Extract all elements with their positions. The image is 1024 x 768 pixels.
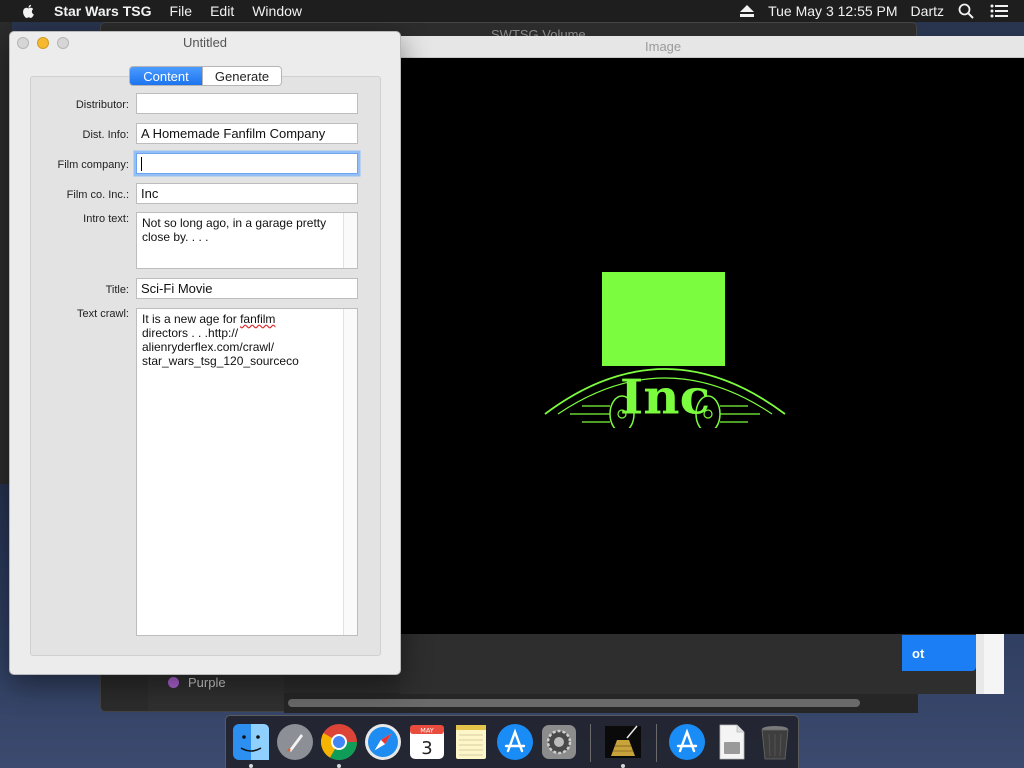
tab-control: Content Generate: [129, 66, 282, 86]
app-store-folder-icon[interactable]: [667, 722, 707, 762]
menu-window[interactable]: Window: [252, 0, 302, 22]
partial-action-button[interactable]: ot: [902, 635, 976, 671]
untitled-window: Untitled Content Generate Distributor: D…: [9, 31, 401, 675]
logo-text: Inc: [620, 370, 710, 426]
menu-clock[interactable]: Tue May 3 12:55 PM: [768, 3, 897, 19]
safari-icon[interactable]: [363, 722, 403, 762]
intro-text-scrollbar[interactable]: [343, 213, 357, 268]
star-wars-tsg-icon[interactable]: [603, 722, 643, 762]
text-crawl-misspelled-word: fanfilm: [240, 312, 276, 326]
tab-content[interactable]: Content: [130, 67, 202, 85]
film-co-inc-field[interactable]: Inc: [136, 183, 358, 204]
sidebar-item-label: Purple: [188, 675, 226, 690]
menu-edit[interactable]: Edit: [210, 0, 234, 22]
chrome-running-indicator: [337, 764, 341, 768]
tsg-running-indicator: [621, 764, 625, 768]
purple-tag-icon: [168, 677, 179, 688]
distributor-label: Distributor:: [75, 99, 129, 111]
panel-dark-area: [400, 632, 976, 694]
text-cursor: [141, 156, 142, 171]
title-label: Title:: [105, 284, 129, 296]
dock-separator: [656, 724, 657, 762]
trash-icon[interactable]: [755, 722, 795, 762]
menu-file[interactable]: File: [170, 0, 193, 22]
image-window-title: Image: [645, 39, 682, 54]
notes-icon[interactable]: [451, 722, 491, 762]
menu-bar: Star Wars TSG File Edit Window Tue May 3…: [0, 0, 1024, 22]
document-icon[interactable]: [711, 722, 751, 762]
intro-text-label: Intro text:: [83, 213, 129, 225]
menu-user[interactable]: Dartz: [911, 3, 944, 19]
background-panel: ot: [400, 632, 1004, 694]
untitled-window-title: Untitled: [182, 35, 228, 50]
launchpad-icon[interactable]: [275, 722, 315, 762]
intro-text-area[interactable]: Not so long ago, in a garage pretty clos…: [136, 212, 358, 269]
film-company-label: Film company:: [57, 159, 129, 171]
film-company-field[interactable]: [136, 153, 358, 174]
app-store-icon[interactable]: [495, 722, 535, 762]
calendar-month: MAY: [420, 727, 434, 735]
distributor-field[interactable]: [136, 93, 358, 114]
finder-running-indicator: [249, 764, 253, 768]
menu-app-name[interactable]: Star Wars TSG: [54, 0, 152, 22]
text-crawl-rest: directors . . .http:// alienryderflex.co…: [142, 326, 299, 368]
text-crawl-label: Text crawl:: [77, 308, 129, 320]
search-icon[interactable]: [958, 3, 974, 19]
sidebar-item-purple[interactable]: Purple: [168, 675, 226, 690]
dock-separator: [590, 724, 591, 762]
horizontal-scrollbar-thumb[interactable]: [288, 699, 860, 707]
list-icon[interactable]: [990, 4, 1008, 18]
dock: MAY 3: [225, 715, 799, 768]
film-co-inc-label: Film co. Inc.:: [66, 189, 129, 201]
dist-info-field[interactable]: A Homemade Fanfilm Company: [136, 123, 358, 144]
inc-logo: Inc: [544, 272, 786, 428]
untitled-window-titlebar[interactable]: Untitled: [10, 32, 400, 54]
tab-generate[interactable]: Generate: [202, 67, 281, 85]
text-crawl-line1: It is a new age for: [142, 312, 241, 326]
panel-edge: [984, 632, 1004, 694]
finder-icon[interactable]: [231, 722, 271, 762]
title-field[interactable]: Sci-Fi Movie: [136, 278, 358, 299]
calendar-day: 3: [421, 738, 432, 759]
system-preferences-icon[interactable]: [539, 722, 579, 762]
eject-icon[interactable]: [740, 5, 755, 17]
text-crawl-scrollbar[interactable]: [343, 309, 357, 635]
intro-text-value: Not so long ago, in a garage pretty clos…: [142, 216, 327, 244]
text-crawl-area[interactable]: It is a new age for fanfilm directors . …: [136, 308, 358, 636]
dist-info-label: Dist. Info:: [82, 129, 129, 141]
chrome-icon[interactable]: [319, 722, 359, 762]
calendar-icon[interactable]: MAY 3: [407, 722, 447, 762]
apple-icon[interactable]: [19, 3, 39, 19]
